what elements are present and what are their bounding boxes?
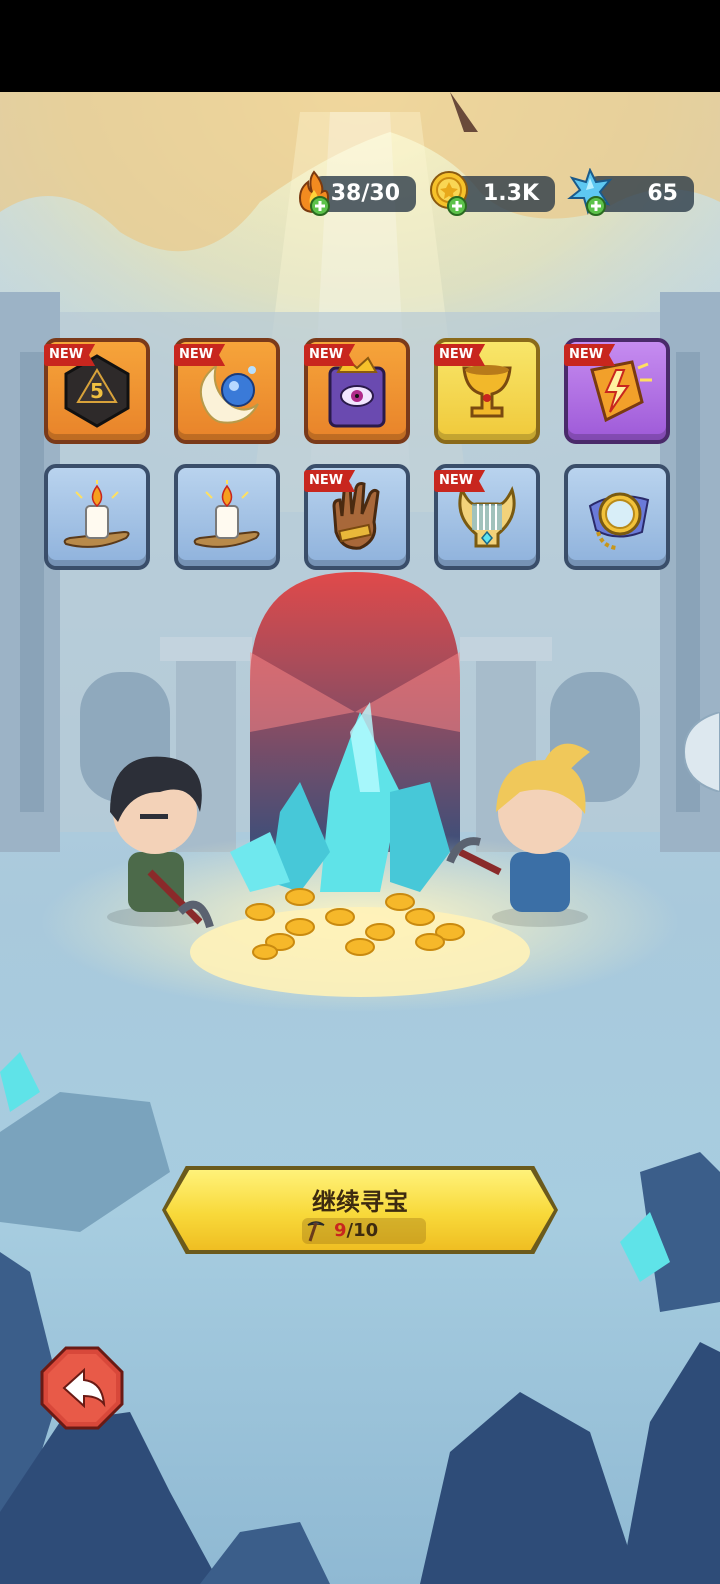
new-badge: NEW [434, 344, 486, 366]
pocket-mirror-icon [588, 492, 650, 550]
status-bar [0, 0, 720, 92]
coin-plus-icon[interactable] [427, 168, 475, 216]
item-slot-goblet[interactable]: NEW [434, 338, 540, 444]
back-button[interactable] [40, 1346, 124, 1430]
item-slot-moon-orb[interactable]: NEW [174, 338, 280, 444]
new-badge: NEW [44, 344, 96, 366]
crystal-plus-icon[interactable] [566, 168, 614, 216]
pickaxe-icon [307, 1221, 325, 1242]
pickaxe-total: /10 [346, 1220, 379, 1241]
candle-icon [63, 480, 130, 548]
pickaxe-current: 9 [334, 1220, 347, 1241]
game-scene: 38/30 1.3K 65 5 NEW NEW NEW NEW NEW NEW … [0, 92, 720, 1584]
svg-text:5: 5 [90, 379, 104, 403]
item-slot-lyre[interactable]: NEW [434, 464, 540, 570]
candle-icon [193, 480, 260, 548]
gem-counter[interactable]: 65 [566, 168, 696, 216]
item-slot-dice[interactable]: 5 NEW [44, 338, 150, 444]
continue-button-label: 继续寻宝 [312, 1188, 408, 1216]
energy-counter[interactable]: 38/30 [290, 170, 418, 216]
fire-plus-icon[interactable] [290, 168, 338, 216]
item-slot-eye-tome[interactable]: NEW [304, 338, 410, 444]
new-badge: NEW [304, 470, 356, 492]
new-badge: NEW [304, 344, 356, 366]
side-panel-tab[interactable] [684, 712, 720, 792]
continue-button-face: 继续寻宝 9/10 [166, 1170, 554, 1250]
item-slot-glove[interactable]: NEW [304, 464, 410, 570]
pickaxe-count: 9/10 [334, 1218, 378, 1244]
new-badge: NEW [564, 344, 616, 366]
item-slot-mirror[interactable] [564, 464, 670, 570]
item-slot-candle-1[interactable] [44, 464, 150, 570]
continue-treasure-hunt-button[interactable]: 继续寻宝 9/10 [162, 1166, 558, 1254]
item-slot-lightning-shield[interactable]: NEW [564, 338, 670, 444]
item-slot-candle-2[interactable] [174, 464, 280, 570]
pickaxe-counter: 9/10 [302, 1218, 426, 1244]
new-badge: NEW [434, 470, 486, 492]
gold-counter[interactable]: 1.3K [427, 171, 557, 216]
new-badge: NEW [174, 344, 226, 366]
